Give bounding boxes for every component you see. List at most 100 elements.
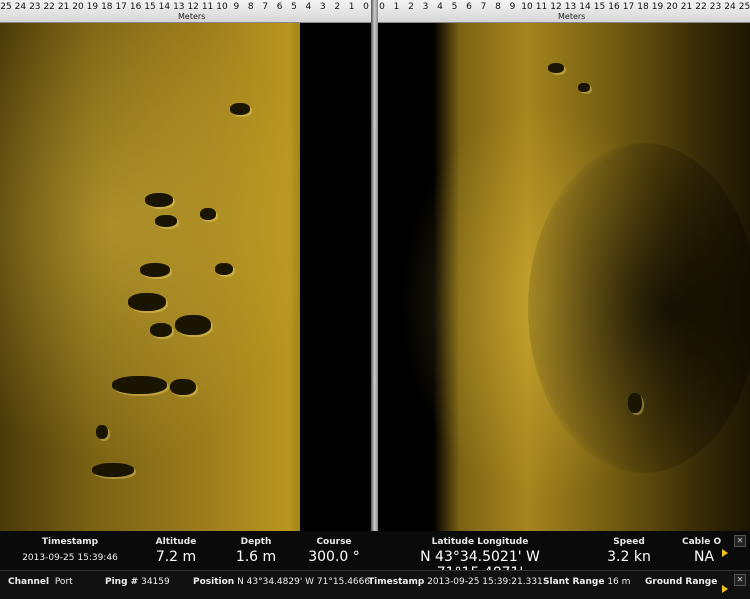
pane-splitter[interactable] — [371, 0, 378, 598]
ruler-tick-label: 9 — [233, 2, 240, 12]
close-top-panel-button[interactable]: ✕ — [734, 535, 746, 547]
ruler-tick-label: 25 — [0, 2, 12, 12]
ruler-tick-label: 14 — [579, 2, 591, 12]
timestamp-header: Timestamp — [41, 537, 99, 547]
channel-value: Port — [54, 577, 73, 587]
course-value: 300.0 ° — [308, 549, 360, 565]
starboard-range-ruler: Meters 0 1 2 3 4 5 6 7 8 9 10 11 12 13 14 15 16 17 18 19 20 2… — [378, 0, 750, 23]
boulder — [92, 463, 134, 477]
status-bar: Channel Port Ping # 34159 Position N 43°… — [0, 570, 750, 599]
ruler-tick-label: 20 — [666, 2, 678, 12]
boulder — [96, 425, 108, 439]
ruler-tick-label: 15 — [144, 2, 156, 12]
ruler-tick-label: 2 — [334, 2, 341, 12]
ruler-tick-label: 24 — [724, 2, 736, 12]
channel-label: Channel — [8, 577, 50, 587]
boulder — [548, 63, 564, 73]
expand-arrow-icon[interactable] — [722, 549, 728, 557]
ground-range-label: Ground Range — [645, 577, 718, 587]
boulder — [145, 193, 173, 207]
ruler-tick-label: 19 — [86, 2, 99, 12]
speed-value: 3.2 kn — [607, 549, 651, 565]
ruler-tick-label: 17 — [622, 2, 635, 12]
ruler-tick-label: 12 — [550, 2, 562, 12]
ruler-tick-label: 3 — [422, 2, 429, 12]
ruler-tick-label: 15 — [593, 2, 606, 12]
boulder — [155, 215, 177, 227]
ruler-tick-label: 2 — [408, 2, 414, 12]
status-timestamp-value: 2013-09-25 15:39:21.331 — [427, 577, 543, 587]
shadow-region — [528, 143, 750, 473]
boulder — [150, 323, 172, 337]
ruler-tick-label: 25 — [738, 2, 750, 12]
ruler-tick-label: 4 — [305, 2, 312, 12]
ruler-tick-label: 16 — [129, 2, 142, 12]
ruler-tick-label: 8 — [247, 2, 254, 12]
altitude-value: 7.2 m — [155, 549, 197, 565]
boulder — [128, 293, 166, 311]
ruler-tick-label: 0 — [379, 2, 385, 12]
boulder — [175, 315, 211, 335]
boulder — [170, 379, 196, 395]
boulder — [578, 83, 590, 92]
ruler-tick-label: 21 — [680, 2, 693, 12]
ruler-tick-label: 3 — [319, 2, 326, 12]
ruler-tick-label: 11 — [535, 2, 548, 12]
ruler-tick-label: 5 — [451, 2, 458, 12]
boulder — [215, 263, 233, 275]
depth-header: Depth — [240, 537, 272, 547]
ruler-tick-label: 6 — [466, 2, 472, 12]
cable-out-header: Cable O — [682, 537, 722, 547]
position-value: N 43°34.4829' W 71°15.4666' — [237, 577, 373, 587]
status-timestamp-label: Timestamp — [368, 577, 425, 587]
timestamp-value: 2013-09-25 15:39:46 — [22, 553, 118, 563]
speed-header: Speed — [613, 537, 645, 547]
expand-status-arrow-icon[interactable] — [722, 585, 728, 593]
ruler-tick-label: 22 — [43, 2, 55, 12]
close-status-button[interactable]: ✕ — [734, 574, 746, 586]
ruler-unit-label: Meters — [558, 12, 586, 21]
ruler-tick-label: 4 — [437, 2, 443, 12]
ruler-unit-label: Meters — [178, 12, 206, 21]
ruler-tick-label: 10 — [216, 2, 228, 12]
ruler-tick-label: 5 — [291, 2, 297, 12]
ruler-tick-label: 13 — [173, 2, 185, 12]
ruler-tick-label: 17 — [115, 2, 127, 12]
boulder — [200, 208, 216, 220]
port-water-column — [300, 23, 371, 531]
boulder — [230, 103, 250, 115]
ruler-tick-label: 23 — [29, 2, 41, 12]
ruler-tick-label: 18 — [101, 2, 113, 12]
boulder — [112, 376, 167, 394]
ruler-tick-label: 7 — [480, 2, 487, 12]
ruler-tick-label: 21 — [57, 2, 70, 12]
boulder — [628, 393, 642, 413]
ruler-tick-label: 18 — [637, 2, 649, 12]
altitude-header: Altitude — [155, 537, 197, 547]
ruler-tick-label: 6 — [276, 2, 283, 12]
depth-value: 1.6 m — [235, 549, 277, 565]
ruler-tick-label: 13 — [564, 2, 577, 12]
position-label: Position — [193, 577, 235, 587]
boulder — [140, 263, 170, 277]
ruler-tick-label: 11 — [201, 2, 214, 12]
port-sonar-image[interactable] — [0, 23, 371, 531]
ruler-tick-label: 0 — [363, 2, 369, 12]
latlon-header: Latitude Longitude — [431, 537, 529, 547]
ruler-tick-label: 22 — [695, 2, 707, 12]
starboard-sonar-image[interactable] — [378, 23, 750, 531]
ruler-tick-label: 12 — [187, 2, 199, 12]
ruler-tick-label: 19 — [651, 2, 664, 12]
ruler-tick-label: 1 — [348, 2, 355, 12]
ruler-tick-label: 14 — [158, 2, 171, 12]
ruler-tick-label: 24 — [14, 2, 27, 12]
ping-value: 34159 — [141, 577, 170, 587]
ruler-tick-label: 9 — [509, 2, 516, 12]
ruler-tick-label: 1 — [393, 2, 400, 12]
ruler-tick-label: 20 — [72, 2, 84, 12]
ruler-tick-label: 8 — [495, 2, 501, 12]
slant-range-label: Slant Range — [543, 577, 605, 587]
ping-label: Ping # — [105, 577, 139, 587]
ruler-tick-label: 10 — [521, 2, 533, 12]
port-range-ruler: Meters 25 24 23 22 21 20 19 18 17 16 15 14 13 12 11 10 9… — [0, 0, 371, 23]
